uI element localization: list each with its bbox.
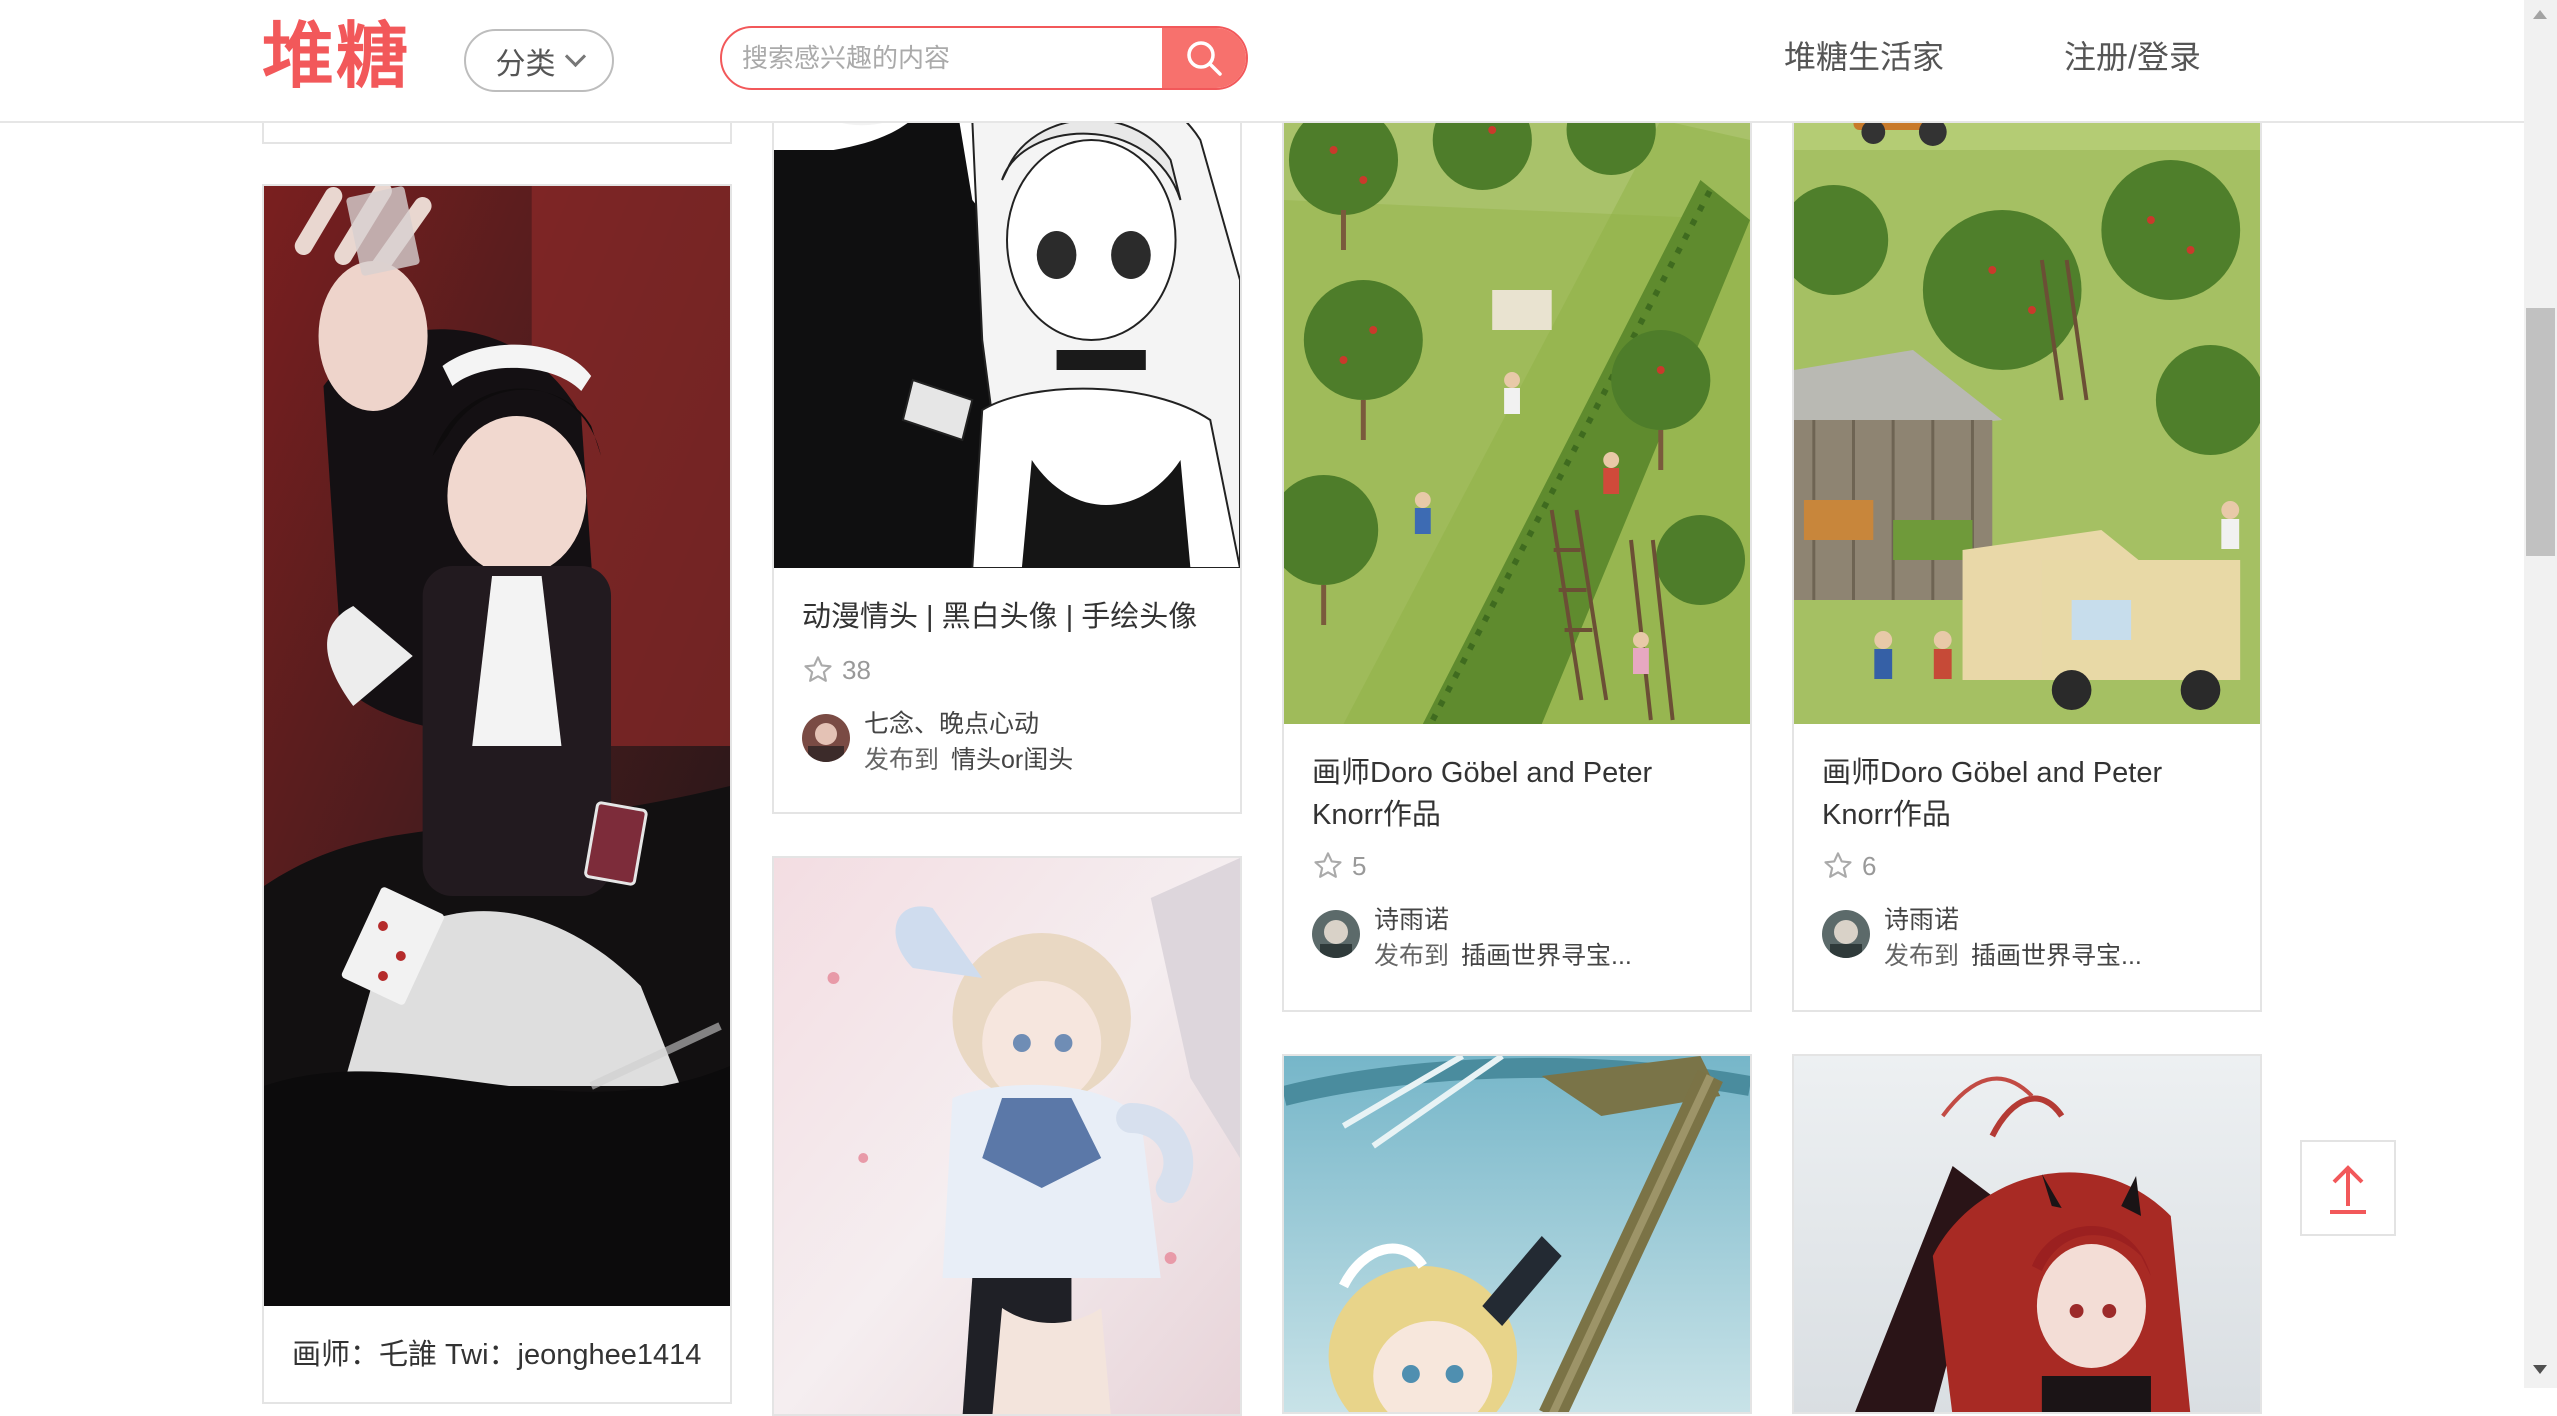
- site-logo[interactable]: 堆糖: [262, 16, 410, 96]
- image-card-redhair[interactable]: [1792, 1054, 2262, 1414]
- card-user-orchard1: 诗雨诺 发布到 插画世界寻宝...: [1312, 902, 1632, 974]
- user-name[interactable]: 诗雨诺: [1884, 902, 2142, 938]
- avatar[interactable]: [1822, 910, 1870, 958]
- publish-info: 发布到 情头or闺头: [864, 742, 1073, 778]
- image-card-orchard1[interactable]: 画师Doro Göbel and Peter Knorr作品 5 诗雨诺 发布到…: [1282, 80, 1752, 1012]
- publish-info: 发布到 插画世界寻宝...: [1374, 938, 1632, 974]
- card-stars-orchard2[interactable]: 6: [1822, 850, 1876, 882]
- card-image-couple[interactable]: [774, 80, 1240, 568]
- nav-login-link[interactable]: 注册/登录: [2064, 32, 2201, 78]
- card-title-orchard2[interactable]: 画师Doro Göbel and Peter Knorr作品: [1822, 752, 2236, 836]
- image-card-orchard2[interactable]: 画师Doro Göbel and Peter Knorr作品 6 诗雨诺 发布到…: [1792, 80, 2262, 1012]
- chevron-down-icon: [564, 45, 586, 68]
- star-icon: [1824, 852, 1852, 878]
- image-card-pastel[interactable]: [772, 856, 1242, 1416]
- avatar[interactable]: [802, 714, 850, 762]
- star-icon: [1314, 852, 1342, 878]
- image-card-maid[interactable]: 画师：乇誰 Twi：jeonghee1414: [262, 184, 732, 1404]
- card-image-redhair[interactable]: [1794, 1056, 2260, 1412]
- publish-label: 发布到: [864, 746, 940, 774]
- card-image-orchard2[interactable]: [1794, 80, 2260, 724]
- board-link[interactable]: 插画世界寻宝...: [1461, 942, 1632, 970]
- search-input[interactable]: [722, 28, 1162, 88]
- category-label: 分类: [495, 47, 556, 81]
- card-stars-couple[interactable]: 38: [802, 654, 871, 686]
- card-title-couple[interactable]: 动漫情头 | 黑白头像 | 手绘头像: [802, 596, 1216, 638]
- star-count: 6: [1862, 850, 1877, 881]
- nav-life-link[interactable]: 堆糖生活家: [1784, 32, 1944, 78]
- search-button[interactable]: [1162, 28, 1246, 88]
- search-bar: [720, 26, 1248, 90]
- card-stars-orchard1[interactable]: 5: [1312, 850, 1366, 882]
- card-user-couple: 七念、晚点心动 发布到 情头or闺头: [802, 706, 1073, 778]
- publish-label: 发布到: [1884, 942, 1960, 970]
- top-header: 堆糖 分类 堆糖生活家 注册/登录: [0, 0, 2524, 123]
- star-icon: [804, 656, 832, 682]
- arrow-up-icon: [2330, 1165, 2366, 1214]
- back-to-top-button[interactable]: [2300, 1140, 2396, 1236]
- card-image-pastel[interactable]: [774, 858, 1240, 1414]
- user-name[interactable]: 诗雨诺: [1374, 902, 1632, 938]
- page-scrollbar[interactable]: [2524, 0, 2557, 1388]
- board-link[interactable]: 插画世界寻宝...: [1971, 942, 2142, 970]
- card-image-orchard1[interactable]: [1284, 80, 1750, 724]
- card-title-orchard1[interactable]: 画师Doro Göbel and Peter Knorr作品: [1312, 752, 1726, 836]
- search-icon: [1187, 41, 1222, 76]
- card-image-maid[interactable]: [264, 186, 730, 1306]
- card-user-orchard2: 诗雨诺 发布到 插画世界寻宝...: [1822, 902, 2142, 974]
- image-card-couple[interactable]: 动漫情头 | 黑白头像 | 手绘头像 38 七念、晚点心动 发布到 情头or闺头: [772, 80, 1242, 814]
- image-card-guitar[interactable]: [1282, 1054, 1752, 1414]
- star-count: 5: [1352, 850, 1367, 881]
- scroll-down-arrow-icon[interactable]: [2533, 1365, 2547, 1374]
- card-title-maid[interactable]: 画师：乇誰 Twi：jeonghee1414: [292, 1334, 706, 1376]
- scrollbar-thumb[interactable]: [2526, 308, 2555, 556]
- scroll-up-arrow-icon[interactable]: [2533, 10, 2547, 19]
- user-name[interactable]: 七念、晚点心动: [864, 706, 1073, 742]
- star-count: 38: [842, 654, 871, 685]
- card-image-guitar[interactable]: [1284, 1056, 1750, 1412]
- publish-label: 发布到: [1374, 942, 1450, 970]
- avatar[interactable]: [1312, 910, 1360, 958]
- category-dropdown-button[interactable]: 分类: [464, 29, 614, 92]
- board-link[interactable]: 情头or闺头: [951, 746, 1073, 774]
- publish-info: 发布到 插画世界寻宝...: [1884, 938, 2142, 974]
